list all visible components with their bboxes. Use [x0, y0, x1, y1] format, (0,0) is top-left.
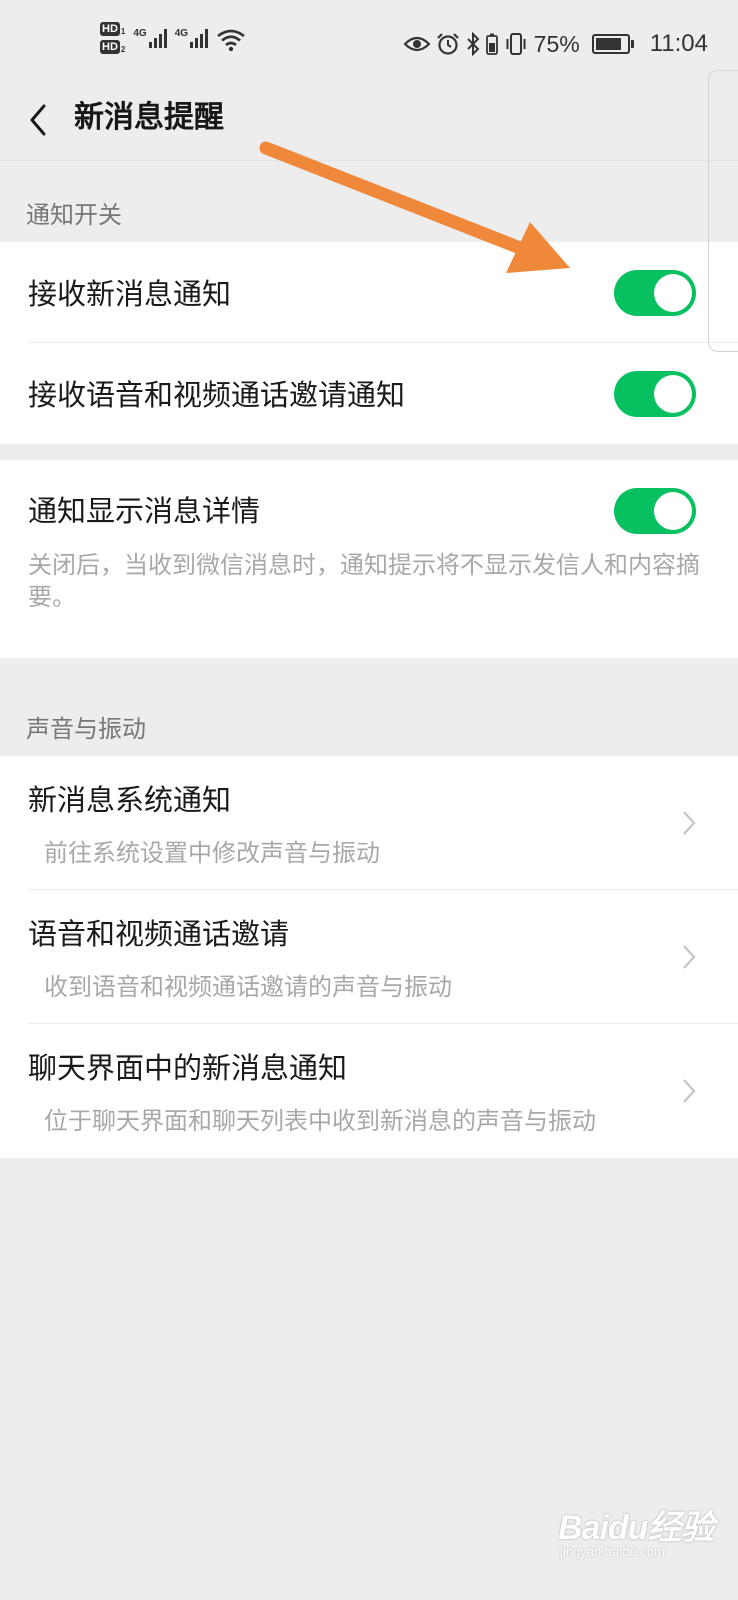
hd2-indicator: HD 2	[100, 40, 125, 54]
receive-new-message-label: 接收新消息通知	[28, 277, 232, 311]
edge-scroll-indicator	[708, 70, 738, 352]
page-title: 新消息提醒	[74, 100, 224, 135]
list-item-chat-notification[interactable]: 聊天界面中的新消息通知 位于聊天界面和聊天列表中收到新消息的声音与振动	[0, 1024, 738, 1158]
toggle-knob	[654, 492, 692, 530]
chevron-right-icon	[683, 811, 696, 835]
list-item-call-invite-sound[interactable]: 语音和视频通话邀请 收到语音和视频通话邀请的声音与振动	[0, 890, 738, 1023]
call-invite-sound-sub: 收到语音和视频通话邀请的声音与振动	[44, 973, 452, 1001]
signal-1: 4G	[133, 28, 167, 48]
network-label-2: 4G	[174, 28, 189, 39]
battery-percent: 75%	[533, 30, 580, 57]
watermark-logo: Baidu经验	[558, 1509, 714, 1547]
section-title-sound: 声音与振动	[26, 715, 146, 743]
system-notification-label: 新消息系统通知	[28, 783, 232, 817]
hd2-badge: HD	[100, 40, 120, 54]
annotation-arrow-icon	[259, 141, 570, 273]
toggle-knob	[654, 375, 692, 413]
watermark-url: jingyan.baidu.com	[560, 1544, 665, 1559]
receive-call-invite-toggle[interactable]	[614, 371, 696, 417]
row-divider	[28, 342, 738, 343]
status-left: HD 1 HD 2 4G 4G	[100, 22, 246, 54]
hd1-badge: HD	[100, 22, 120, 36]
sound-card: 新消息系统通知 前往系统设置中修改声音与振动 语音和视频通话邀请 收到语音和视频…	[0, 756, 738, 1158]
alarm-icon	[436, 33, 459, 55]
hd1-indicator: HD 1	[100, 22, 125, 36]
hd1-sub: 1	[120, 27, 126, 36]
chevron-right-icon	[683, 945, 696, 969]
signal-bars-icon	[190, 28, 209, 48]
status-right: 75% 11:04	[403, 30, 708, 58]
show-detail-label: 通知显示消息详情	[28, 494, 261, 528]
receive-new-message-toggle[interactable]	[614, 270, 696, 316]
receive-call-invite-label: 接收语音和视频通话邀请通知	[28, 378, 406, 412]
system-notification-sub: 前往系统设置中修改声音与振动	[44, 839, 380, 867]
vibrate-icon	[506, 33, 526, 55]
network-label-1: 4G	[133, 28, 147, 39]
status-bar: HD 1 HD 2 4G 4G 75% 11:04	[0, 0, 738, 90]
call-invite-sound-label: 语音和视频通话邀请	[28, 917, 290, 951]
hd2-sub: 2	[120, 45, 126, 54]
hd-indicators: HD 1 HD 2	[100, 22, 125, 54]
show-detail-toggle[interactable]	[614, 488, 696, 534]
list-item-system-notification[interactable]: 新消息系统通知 前往系统设置中修改声音与振动	[0, 756, 738, 889]
signal-bars-icon	[148, 28, 167, 48]
bluetooth-icon	[466, 32, 480, 56]
eye-icon	[403, 36, 430, 52]
detail-card: 通知显示消息详情 关闭后，当收到微信消息时，通知提示将不显示发信人和内容摘要。	[0, 460, 738, 658]
signal-2: 4G	[174, 28, 209, 48]
toggle-knob	[654, 274, 692, 312]
show-detail-description: 关闭后，当收到微信消息时，通知提示将不显示发信人和内容摘要。	[28, 551, 700, 611]
chevron-right-icon	[683, 1079, 696, 1103]
back-arrow-icon[interactable]	[26, 100, 52, 140]
chat-notification-sub: 位于聊天界面和聊天列表中收到新消息的声音与振动	[44, 1107, 596, 1135]
wifi-icon	[217, 29, 245, 52]
clock: 11:04	[649, 30, 708, 57]
section-title-notification: 通知开关	[26, 201, 122, 229]
battery-icon	[591, 34, 634, 54]
battery-small-icon	[485, 33, 498, 55]
chat-notification-label: 聊天界面中的新消息通知	[28, 1051, 348, 1085]
baidu-watermark: Baidu经验 jingyan.baidu.com	[558, 1492, 718, 1572]
